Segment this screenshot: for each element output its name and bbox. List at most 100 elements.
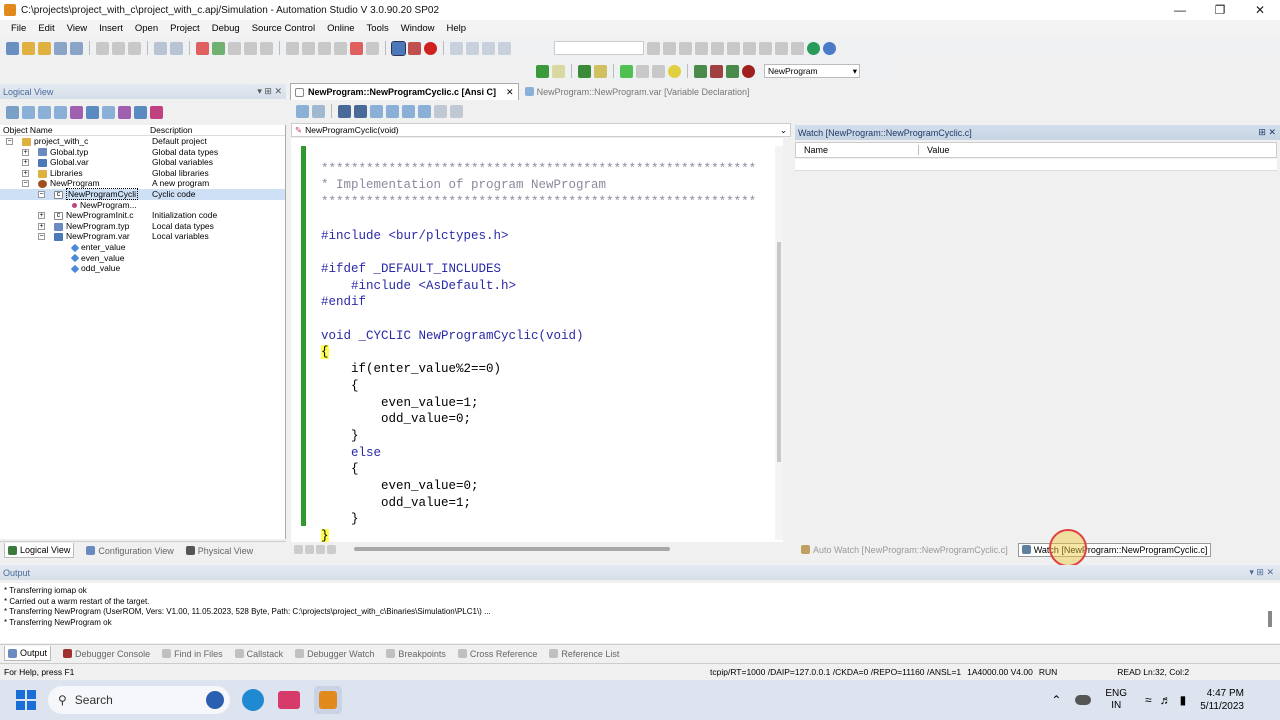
- tool-icon[interactable]: [498, 41, 511, 55]
- program-select[interactable]: NewProgram ▾: [764, 64, 860, 78]
- tool-icon[interactable]: [695, 41, 708, 55]
- tool-icon[interactable]: [743, 41, 756, 55]
- redo-icon[interactable]: [170, 41, 183, 55]
- column-header-name[interactable]: Name: [796, 145, 919, 155]
- code-editor[interactable]: ****************************************…: [291, 138, 783, 544]
- pin-icon[interactable]: ▾ ⊞ ✕: [1249, 567, 1274, 578]
- tab-cross-reference[interactable]: Cross Reference: [457, 649, 537, 659]
- copy-icon[interactable]: [112, 41, 125, 55]
- step-icon[interactable]: [652, 64, 665, 78]
- menu-debug[interactable]: Debug: [212, 23, 240, 34]
- tree-tool-icon[interactable]: [54, 105, 67, 119]
- view-toggle-icon[interactable]: [305, 544, 314, 554]
- tab-auto-watch[interactable]: Auto Watch [NewProgram::NewProgramCyclic…: [801, 545, 1008, 555]
- menu-project[interactable]: Project: [170, 23, 200, 34]
- battery-icon[interactable]: ▮: [1180, 693, 1187, 707]
- open-folder-icon[interactable]: [38, 41, 51, 55]
- tool-icon[interactable]: [663, 41, 676, 55]
- tool-icon[interactable]: [260, 41, 273, 55]
- open-icon[interactable]: [22, 41, 35, 55]
- tree-row[interactable]: + Global.typ Global data types: [0, 147, 285, 158]
- stop-icon[interactable]: [350, 41, 363, 55]
- cut-icon[interactable]: [96, 41, 109, 55]
- watch-empty-row[interactable]: [795, 159, 1277, 171]
- toolbar-dropdown[interactable]: [554, 41, 644, 55]
- delete-icon[interactable]: [196, 41, 209, 55]
- tool-icon[interactable]: [775, 41, 788, 55]
- debug-icon[interactable]: [552, 64, 565, 78]
- tab-var-declaration[interactable]: NewProgram::NewProgram.var [Variable Dec…: [519, 83, 756, 100]
- menu-view[interactable]: View: [67, 23, 87, 34]
- tool-icon[interactable]: [286, 41, 299, 55]
- tab-debugger-watch[interactable]: Debugger Watch: [295, 649, 374, 659]
- tab-debugger-console[interactable]: Debugger Console: [63, 649, 150, 659]
- menu-open[interactable]: Open: [135, 23, 158, 34]
- tool-icon[interactable]: [244, 41, 257, 55]
- refresh-icon[interactable]: [212, 41, 225, 55]
- tree-row[interactable]: NewProgram...: [0, 200, 285, 211]
- tab-find-in-files[interactable]: Find in Files: [162, 649, 223, 659]
- tab-physical-view[interactable]: Physical View: [185, 546, 253, 556]
- tool-icon[interactable]: [302, 41, 315, 55]
- breakpoint-icon[interactable]: [668, 64, 681, 78]
- tree-tool-icon[interactable]: [6, 105, 19, 119]
- debug-icon[interactable]: [694, 64, 707, 78]
- online-monitor-icon[interactable]: [391, 40, 406, 56]
- tree-tool-icon[interactable]: [38, 105, 51, 119]
- tool-icon[interactable]: [647, 41, 660, 55]
- menu-tools[interactable]: Tools: [367, 23, 389, 34]
- menu-online[interactable]: Online: [327, 23, 354, 34]
- tool-icon[interactable]: [228, 41, 241, 55]
- tool-icon[interactable]: [791, 41, 804, 55]
- tab-logical-view[interactable]: Logical View: [4, 543, 75, 558]
- help-icon[interactable]: [823, 41, 836, 55]
- tool-icon[interactable]: [466, 41, 479, 55]
- minimize-button[interactable]: —: [1160, 0, 1200, 20]
- run-icon[interactable]: [620, 64, 633, 78]
- tool-icon[interactable]: [482, 41, 495, 55]
- menu-file[interactable]: File: [11, 23, 26, 34]
- taskbar-search[interactable]: ⚲ Search: [48, 686, 230, 714]
- windows-start-icon[interactable]: [16, 690, 36, 710]
- pin-icon[interactable]: ▾ ⊞ ✕: [257, 86, 282, 97]
- editor-tool-icon[interactable]: [434, 104, 447, 118]
- tree-row-selected[interactable]: − c NewProgramCycli Cyclic code: [0, 187, 285, 200]
- tree-tool-icon[interactable]: [118, 105, 131, 119]
- column-header-value[interactable]: Value: [919, 145, 949, 155]
- tool-icon[interactable]: [711, 41, 724, 55]
- output-scroll-thumb[interactable]: [1268, 611, 1272, 627]
- language-indicator[interactable]: ENG IN: [1105, 688, 1127, 712]
- tree-tool-icon[interactable]: [150, 105, 163, 119]
- debug-icon[interactable]: [536, 64, 549, 78]
- maximize-button[interactable]: ❐: [1200, 0, 1240, 20]
- view-toggle-icon[interactable]: [327, 544, 336, 554]
- tree-row[interactable]: + c NewProgramInit.c Initialization code: [0, 210, 285, 221]
- editor-tool-icon[interactable]: [354, 104, 367, 118]
- cloud-icon[interactable]: [1075, 695, 1092, 705]
- tree-tool-icon[interactable]: [102, 105, 115, 119]
- debug-icon[interactable]: [726, 64, 739, 78]
- undo-icon[interactable]: [154, 41, 167, 55]
- globe-icon[interactable]: [807, 41, 820, 55]
- column-header-description[interactable]: Description: [150, 125, 193, 135]
- editor-tool-icon[interactable]: [312, 104, 325, 118]
- clock[interactable]: 4:47 PM 5/11/2023: [1200, 687, 1244, 713]
- tree-row[interactable]: enter_value: [0, 242, 285, 253]
- function-select[interactable]: ✎ NewProgramCyclic(void) ⌄: [291, 123, 791, 137]
- wifi-icon[interactable]: ≈: [1145, 693, 1152, 707]
- tool-icon[interactable]: [366, 41, 379, 55]
- debug-icon[interactable]: [594, 64, 607, 78]
- tree-row[interactable]: odd_value: [0, 263, 285, 274]
- save-icon[interactable]: [54, 41, 67, 55]
- editor-tool-icon[interactable]: [450, 104, 463, 118]
- close-tab-icon[interactable]: ✕: [506, 87, 514, 98]
- tree-tool-icon[interactable]: [134, 105, 147, 119]
- edge-icon[interactable]: [242, 689, 264, 711]
- step-icon[interactable]: [636, 64, 649, 78]
- menu-source-control[interactable]: Source Control: [252, 23, 315, 34]
- tool-icon[interactable]: [318, 41, 331, 55]
- pin-icon[interactable]: ⊞ ✕: [1258, 127, 1276, 138]
- tab-configuration-view[interactable]: Configuration View: [86, 546, 174, 556]
- new-icon[interactable]: [6, 41, 19, 55]
- debug-icon[interactable]: [710, 64, 723, 78]
